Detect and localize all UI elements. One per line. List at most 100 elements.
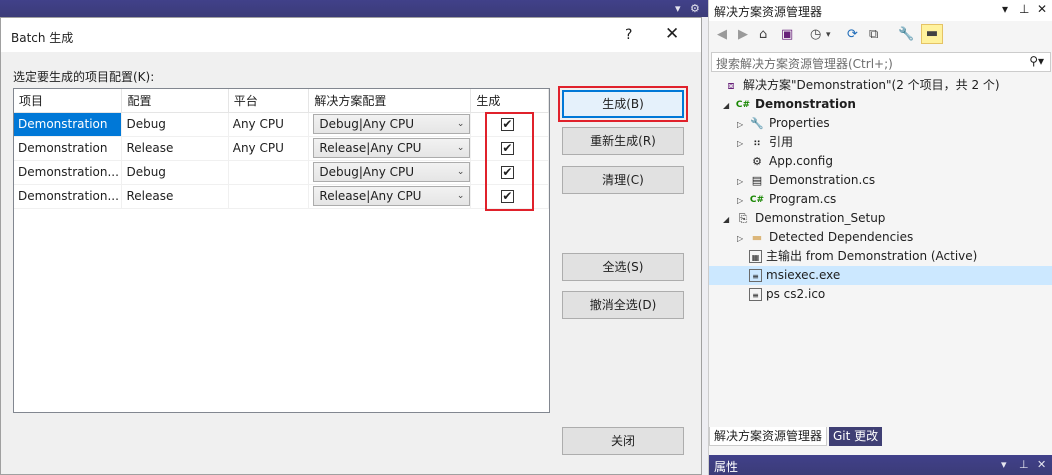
cell-config[interactable]: Release [121,136,229,161]
tree-node-app-config[interactable]: ⚙ App.config [749,152,833,171]
cell-config[interactable]: Debug [121,112,229,137]
column-header-build[interactable]: 生成 [470,89,549,113]
pending-changes-filter-icon[interactable]: ◷ [810,27,821,42]
dialog-title-bar: Batch 生成 ? ✕ [1,18,701,52]
file-icon: ≡ [749,269,762,282]
properties-wrench-icon[interactable]: 🔧 [898,27,914,42]
table-row[interactable]: Demonstration... Debug Debug|Any CPU ⌄ ✔ [14,160,549,185]
cell-solution-config: Release|Any CPU ⌄ [308,184,472,209]
column-header-config[interactable]: 配置 [121,89,229,113]
tree-node-primary-output[interactable]: ▦ 主输出 from Demonstration (Active) [749,247,977,266]
close-icon[interactable]: ✕ [1037,2,1047,16]
solution-config-dropdown[interactable]: Release|Any CPU ⌄ [313,186,470,206]
collapsed-arrow-icon[interactable]: ▷ [737,191,749,210]
home-icon[interactable]: ⌂ [759,27,767,42]
gear-icon[interactable]: ⚙ [690,1,700,16]
setup-project-icon: ⎘ [738,211,748,225]
rebuild-button[interactable]: 重新生成(R) [562,127,684,155]
references-icon: ⠶ [752,135,762,149]
collapsed-arrow-icon[interactable]: ▷ [737,172,749,191]
tab-git-changes[interactable]: Git 更改 [829,427,883,446]
solution-config-dropdown[interactable]: Release|Any CPU ⌄ [313,138,470,158]
close-icon[interactable]: ✕ [665,24,679,44]
project-config-grid[interactable]: 项目 配置 平台 解决方案配置 生成 Demonstration Debug A… [13,88,550,413]
forward-icon[interactable]: ▶ [738,27,748,42]
solution-explorer-toolbar: ◀ ▶ ⌂ ▣ ◷ ▾ ⟳ ⧉ 🔧 ▬ [709,21,1052,51]
chevron-down-icon: ⌄ [456,191,465,201]
help-icon[interactable]: ? [625,27,632,43]
pin-icon[interactable]: ⊥ [1019,458,1029,471]
properties-panel-header: 属性 ▾ ⊥ ✕ [709,455,1052,475]
tree-node-project-setup[interactable]: ◢ ⎘ Demonstration_Setup [723,209,885,228]
tree-node-properties[interactable]: ▷ 🔧 Properties [737,114,830,133]
tree-node-solution[interactable]: ⧈ 解决方案"Demonstration"(2 个项目，共 2 个) [723,76,1000,95]
chevron-down-icon[interactable]: ▾ [1001,458,1007,471]
column-header-solution-config[interactable]: 解决方案配置 [308,89,472,113]
expanded-arrow-icon[interactable]: ◢ [723,210,735,229]
cell-project[interactable]: Demonstration... [14,184,123,209]
dialog-title: Batch 生成 [11,31,74,45]
collapsed-arrow-icon[interactable]: ▷ [737,134,749,153]
column-header-project[interactable]: 项目 [14,89,123,113]
select-all-button[interactable]: 全选(S) [562,253,684,281]
csharp-file-icon: C# [749,194,765,205]
back-icon[interactable]: ◀ [717,27,727,42]
tree-node-program-cs[interactable]: ▷ C# Program.cs [737,190,836,209]
cell-config[interactable]: Release [121,184,229,209]
csharp-project-icon: C# [735,99,751,110]
solution-explorer-search[interactable]: 搜索解决方案资源管理器(Ctrl+;) ⚲▾ [711,52,1051,72]
cell-platform[interactable]: Any CPU [228,136,310,161]
output-icon: ▦ [749,250,762,263]
collapsed-arrow-icon[interactable]: ▷ [737,115,749,134]
editor-area: ▾ ⚙ Batch 生成 ? ✕ 选定要生成的项目配置(K): 项目 配置 平台… [0,0,708,475]
cell-platform[interactable]: Any CPU [228,112,310,137]
form-file-icon: ▤ [751,173,763,187]
chevron-down-icon[interactable]: ▾ [1002,2,1008,16]
close-button[interactable]: 关闭 [562,427,684,455]
cell-project[interactable]: Demonstration [14,112,123,137]
expanded-arrow-icon[interactable]: ◢ [723,96,735,115]
preview-selected-icon[interactable]: ▬ [921,24,943,44]
tree-node-demonstration-cs[interactable]: ▷ ▤ Demonstration.cs [737,171,875,190]
instruction-label: 选定要生成的项目配置(K): [13,70,155,84]
deselect-all-button[interactable]: 撤消全选(D) [562,291,684,319]
solution-icon: ⧈ [727,78,735,92]
cell-solution-config: Debug|Any CPU ⌄ [308,112,472,137]
sync-icon[interactable]: ⟳ [847,27,858,42]
dropdown-icon[interactable]: ▾ [675,1,681,16]
search-icon[interactable]: ⚲▾ [1029,54,1044,68]
tab-solution-explorer[interactable]: 解决方案资源管理器 [709,427,828,446]
chevron-down-icon: ⌄ [456,119,465,129]
tree-node-msiexec[interactable]: ≡ msiexec.exe [709,266,1052,285]
search-placeholder: 搜索解决方案资源管理器(Ctrl+;) [716,57,893,71]
collapsed-arrow-icon[interactable]: ▷ [737,229,749,248]
column-header-platform[interactable]: 平台 [228,89,310,113]
table-row[interactable]: Demonstration Release Any CPU Release|An… [14,136,549,161]
close-icon[interactable]: ✕ [1037,458,1046,471]
solution-explorer-tabs: 解决方案资源管理器 Git 更改 [709,427,1052,446]
pin-icon[interactable]: ⊥ [1019,2,1029,16]
tree-node-references[interactable]: ▷ ⠶ 引用 [737,133,793,152]
table-row[interactable]: Demonstration... Release Release|Any CPU… [14,184,549,209]
clean-button[interactable]: 清理(C) [562,166,684,194]
tree-node-project-demonstration[interactable]: ◢ C# Demonstration [723,95,856,114]
editor-tab-bar: ▾ ⚙ [0,0,708,17]
chevron-down-icon[interactable]: ▾ [826,30,831,40]
solution-config-dropdown[interactable]: Debug|Any CPU ⌄ [313,162,470,182]
tree-node-detected-dependencies[interactable]: ▷ ▬ Detected Dependencies [737,228,913,247]
switch-views-icon[interactable]: ▣ [781,27,793,42]
wrench-icon: 🔧 [750,116,764,130]
cell-project[interactable]: Demonstration... [14,160,123,185]
build-button[interactable]: 生成(B) [562,90,684,118]
collapse-all-icon[interactable]: ⧉ [869,27,878,42]
cell-platform[interactable] [228,184,310,209]
cell-project[interactable]: Demonstration [14,136,123,161]
table-row[interactable]: Demonstration Debug Any CPU Debug|Any CP… [14,112,549,137]
solution-config-dropdown[interactable]: Debug|Any CPU ⌄ [313,114,470,134]
properties-title: 属性 [714,460,739,474]
cell-config[interactable]: Debug [121,160,229,185]
tree-node-ps-icon[interactable]: ≡ ps cs2.ico [749,285,825,304]
cell-platform[interactable] [228,160,310,185]
highlight-box-checkboxes [485,112,534,211]
chevron-down-icon: ⌄ [456,167,465,177]
